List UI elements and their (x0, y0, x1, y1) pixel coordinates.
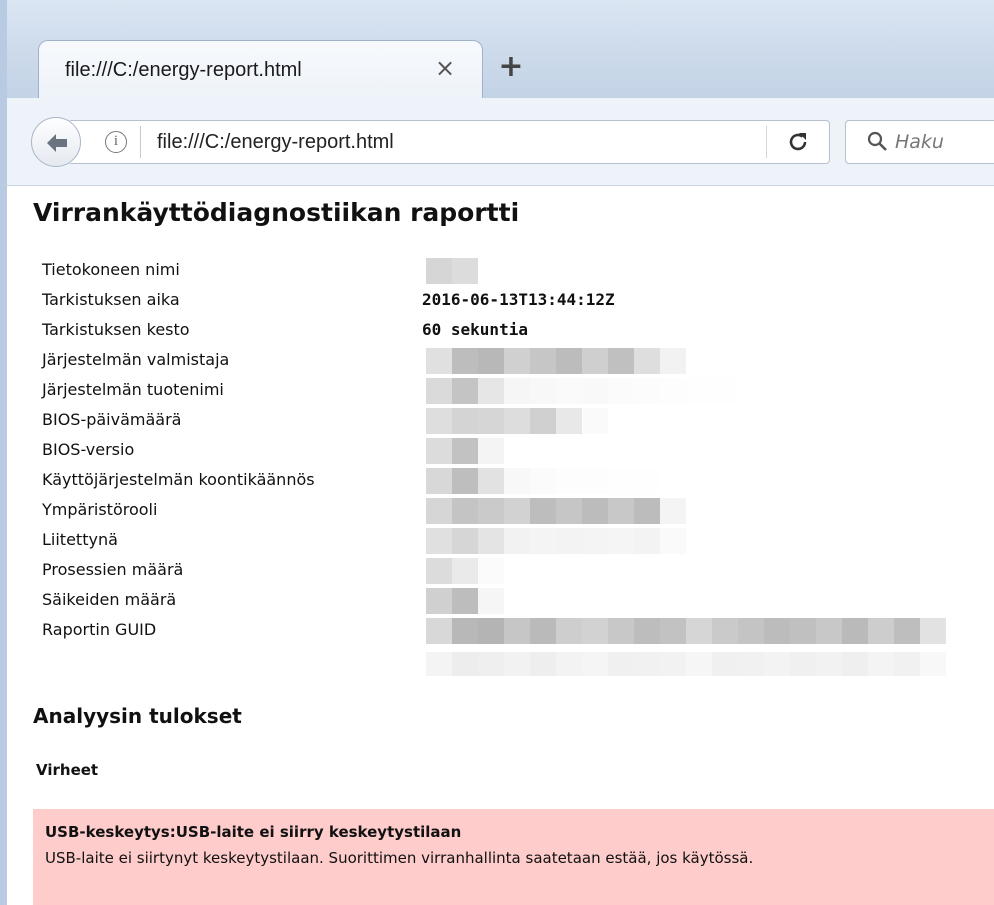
info-row: Tietokoneen nimi (42, 258, 982, 290)
url-text[interactable]: file:///C:/energy-report.html (157, 131, 394, 154)
errors-heading: Virheet (36, 761, 99, 779)
info-row: Säikeiden määrä (42, 588, 982, 620)
redacted-value (426, 438, 504, 464)
error-description: USB-laite ei siirtynyt keskeytystilaan. … (45, 849, 754, 867)
redacted-value (426, 588, 504, 614)
redacted-value (426, 408, 608, 434)
reload-divider (766, 126, 767, 158)
new-tab-button[interactable]: + (496, 52, 526, 82)
search-placeholder: Haku (895, 131, 944, 153)
url-divider (140, 126, 141, 158)
info-label: Prosessien määrä (42, 560, 184, 579)
info-row: Järjestelmän valmistaja (42, 348, 982, 380)
back-button[interactable] (31, 117, 81, 167)
error-title: USB-keskeytys:USB-laite ei siirry keskey… (45, 823, 462, 841)
redacted-row-overflow (42, 652, 982, 676)
info-value: 60 sekuntia (422, 320, 528, 339)
redacted-value (426, 558, 504, 584)
info-label: Järjestelmän valmistaja (42, 350, 230, 369)
site-info-icon[interactable]: i (105, 131, 127, 153)
info-label: Raportin GUID (42, 620, 157, 639)
info-row: Raportin GUID (42, 618, 982, 650)
page-title: Virrankäyttödiagnostiikan raportti (33, 198, 520, 227)
info-value: 2016-06-13T13:44:12Z (422, 290, 615, 309)
redacted-value (426, 652, 946, 676)
info-label: Käyttöjärjestelmän koontikäännös (42, 470, 315, 489)
search-icon (867, 131, 887, 151)
info-row: Liitettynä (42, 528, 982, 560)
redacted-value (426, 618, 946, 644)
info-row: Ympäristörooli (42, 498, 982, 530)
info-label: Tarkistuksen aika (42, 290, 180, 309)
redacted-value (426, 258, 478, 284)
info-row: Järjestelmän tuotenimi (42, 378, 982, 410)
back-arrow-icon (47, 134, 67, 152)
error-panel: USB-keskeytys:USB-laite ei siirry keskey… (33, 809, 994, 905)
info-label: Säikeiden määrä (42, 590, 177, 609)
redacted-value (426, 378, 738, 404)
info-label: Tietokoneen nimi (42, 260, 180, 279)
browser-tab[interactable]: file:///C:/energy-report.html × (38, 40, 483, 98)
redacted-value (426, 348, 686, 374)
info-label: BIOS-päivämäärä (42, 410, 182, 429)
info-row: BIOS-päivämäärä (42, 408, 982, 440)
close-tab-icon[interactable]: × (432, 55, 458, 81)
browser-chrome: file:///C:/energy-report.html × + i file… (0, 0, 994, 186)
info-label: BIOS-versio (42, 440, 135, 459)
reload-icon[interactable] (782, 126, 814, 158)
analysis-heading: Analyysin tulokset (33, 704, 242, 728)
info-row: Tarkistuksen aika 2016-06-13T13:44:12Z (42, 290, 982, 320)
redacted-value (426, 498, 686, 524)
info-row: Tarkistuksen kesto 60 sekuntia (42, 320, 982, 350)
redacted-value (426, 528, 686, 554)
redacted-value (426, 468, 660, 494)
info-row: Prosessien määrä (42, 558, 982, 590)
info-row: BIOS-versio (42, 438, 982, 470)
tab-title: file:///C:/energy-report.html (65, 59, 302, 81)
info-label: Ympäristörooli (42, 500, 158, 519)
info-label: Järjestelmän tuotenimi (42, 380, 224, 399)
info-label: Liitettynä (42, 530, 118, 549)
info-label: Tarkistuksen kesto (42, 320, 190, 339)
info-row: Käyttöjärjestelmän koontikäännös (42, 468, 982, 500)
